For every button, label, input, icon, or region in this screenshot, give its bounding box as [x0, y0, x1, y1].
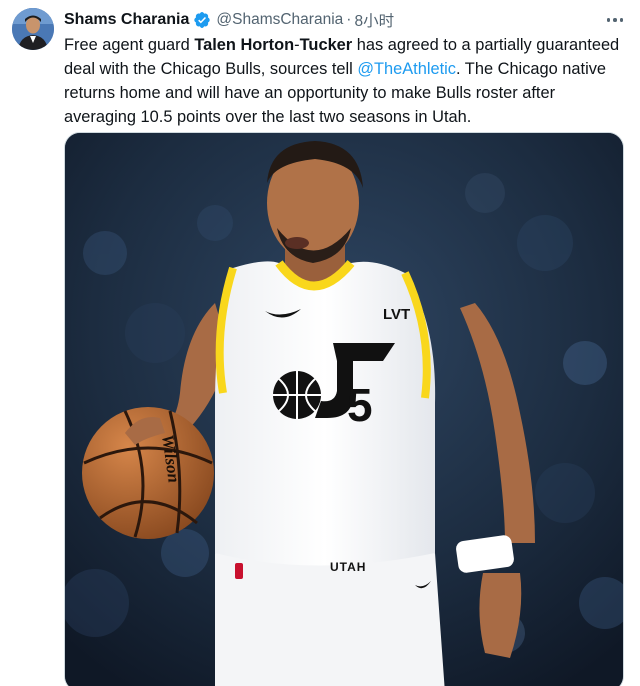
author-handle[interactable]: @ShamsCharania	[216, 11, 343, 29]
shorts-text: UTAH	[330, 560, 366, 574]
author-name[interactable]: Shams Charania	[64, 11, 189, 29]
tweet[interactable]: Shams Charania @ShamsCharania · 8小时 Free…	[0, 0, 640, 686]
player-name-first: Talen Horton	[194, 36, 295, 54]
verified-badge-icon	[193, 11, 211, 29]
player-name-last: Tucker	[299, 36, 353, 54]
tweet-timestamp[interactable]: 8小时	[354, 9, 394, 31]
avatar-image	[12, 8, 54, 50]
player-photo: LVT 5 UTAH Wilson	[65, 133, 623, 686]
tweet-photo[interactable]: LVT 5 UTAH Wilson	[64, 132, 624, 686]
jersey-number: 5	[347, 379, 373, 431]
separator-dot: ·	[346, 11, 352, 28]
tweet-text: Free agent guard Talen Horton-Tucker has…	[64, 33, 630, 129]
jersey-patch-text: LVT	[383, 306, 410, 323]
mention-link[interactable]: @TheAthletic	[357, 60, 456, 78]
tweet-header: Shams Charania @ShamsCharania · 8小时	[64, 9, 394, 31]
author-avatar[interactable]	[12, 8, 54, 50]
more-options-icon[interactable]	[604, 9, 626, 31]
tweet-text-part: Free agent guard	[64, 36, 195, 54]
